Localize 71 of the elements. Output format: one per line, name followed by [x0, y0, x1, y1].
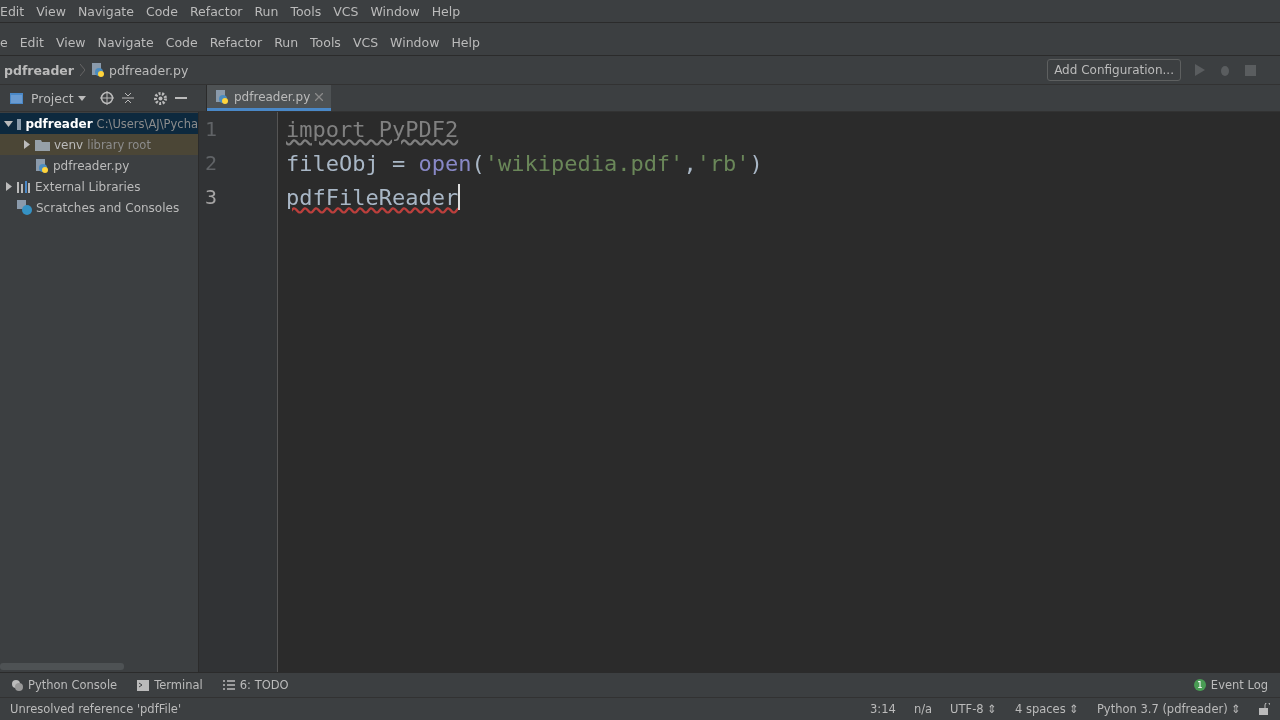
tool-window-tab[interactable]: Terminal [137, 678, 203, 692]
menu-item[interactable]: Tools [290, 3, 322, 19]
collapsed-arrow-icon[interactable] [22, 140, 31, 149]
menu-item[interactable]: Window [390, 34, 440, 50]
breadcrumb-item[interactable]: pdfreader [4, 62, 74, 78]
tree-hint: C:\Users\AJ\Pycha [96, 116, 198, 131]
menu-item[interactable]: Code [145, 3, 178, 19]
python-file-icon [215, 89, 229, 104]
menu-item[interactable]: Help [451, 34, 480, 50]
terminal-icon [137, 679, 150, 691]
minimize-icon[interactable] [174, 97, 187, 99]
status-item[interactable]: n/a [913, 702, 933, 716]
menu-item[interactable]: e [0, 34, 8, 50]
menu-item[interactable]: VCS [333, 3, 359, 19]
tree-hint: library root [87, 137, 151, 152]
menu-item[interactable]: View [36, 3, 66, 19]
add-configuration-button[interactable]: Add Configuration... [1047, 59, 1181, 81]
dropdown-arrow-icon[interactable] [77, 95, 86, 101]
menu-item[interactable]: Tools [310, 34, 341, 50]
breadcrumb-item[interactable]: pdfreader.py [109, 62, 189, 78]
collapse-icon[interactable] [121, 92, 134, 104]
tool-window-tab[interactable]: Python Console [12, 678, 118, 692]
python-file-icon [91, 63, 105, 77]
code-line: pdfFileReader [286, 183, 462, 212]
tree-label: venv [54, 137, 84, 152]
menu-item[interactable]: VCS [352, 34, 379, 50]
menu-item[interactable]: Refactor [209, 34, 263, 50]
tree-label: External Libraries [35, 179, 141, 194]
project-view-selector[interactable]: Project [31, 90, 74, 106]
tree-label: pdfreader.py [53, 158, 130, 173]
settings-icon[interactable] [153, 91, 167, 105]
collapsed-arrow-icon[interactable] [4, 182, 13, 191]
library-icon [17, 180, 31, 193]
locate-icon[interactable] [99, 91, 114, 105]
menu-item[interactable]: Run [274, 34, 299, 50]
tree-item[interactable]: pdfreader.py [0, 155, 198, 176]
status-item[interactable]: 4 spaces ⇕ [1014, 702, 1079, 716]
chevron-separator-icon [80, 64, 85, 76]
tool-window-tab[interactable]: 6: TODO [222, 678, 289, 692]
tree-item[interactable]: pdfreader C:\Users\AJ\Pycha [0, 113, 198, 134]
status-item[interactable]: UTF-8 ⇕ [950, 702, 997, 716]
tree-label: pdfreader [25, 116, 93, 131]
status-item[interactable]: Python 3.7 (pdfreader) ⇕ [1096, 702, 1241, 716]
menu-item[interactable]: Window [370, 3, 420, 19]
tree-item[interactable]: External Libraries [0, 176, 198, 197]
menu-item[interactable]: Help [431, 3, 461, 19]
menu-item[interactable]: Run [254, 3, 279, 19]
event-log-tab[interactable]: 1 Event Log [1193, 678, 1268, 692]
menu-item[interactable]: Navigate [97, 34, 154, 50]
code-line: import PyPDF2 [286, 115, 460, 144]
menu-item[interactable]: Edit [19, 34, 44, 50]
window-icon [10, 92, 23, 104]
menu-item[interactable]: Edit [0, 3, 25, 19]
lock-icon[interactable] [1259, 703, 1270, 715]
python-file-icon [35, 158, 49, 173]
menu-item[interactable]: Code [165, 34, 198, 50]
code-line: fileObj = open('wikipedia.pdf','rb') [286, 149, 764, 178]
tree-item[interactable]: venv library root [0, 134, 198, 155]
python-icon [12, 679, 23, 691]
menu-item[interactable]: Navigate [77, 3, 134, 19]
tree-label: Scratches and Consoles [36, 200, 180, 215]
expanded-arrow-icon[interactable] [4, 119, 13, 128]
list-icon [222, 680, 235, 690]
menu-item[interactable]: View [55, 34, 86, 50]
tree-item[interactable]: Scratches and Consoles [0, 197, 198, 218]
editor-tab[interactable]: pdfreader.py [207, 85, 332, 111]
status-item[interactable]: 3:14 [870, 702, 896, 716]
status-message: Unresolved reference 'pdfFile' [10, 702, 182, 716]
scratch-icon [17, 200, 32, 215]
line-number: 3 [204, 184, 219, 211]
menu-item[interactable]: Refactor [190, 3, 243, 19]
